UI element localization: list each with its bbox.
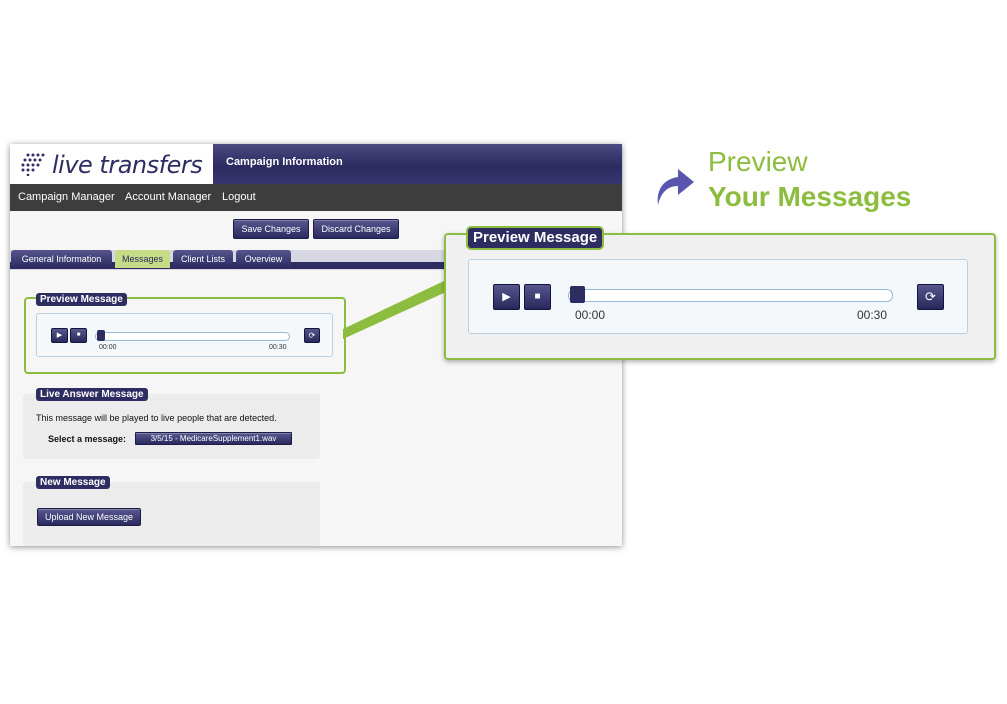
preview-zoom-callout: ▶ ■ 00:00 00:30 ⟳ — [444, 233, 996, 360]
promo-line-1: Preview — [708, 146, 808, 177]
zoom-player: ▶ ■ 00:00 00:30 ⟳ — [468, 259, 968, 334]
zoom-loop-icon[interactable]: ⟳ — [917, 284, 944, 310]
curved-arrow-icon — [657, 169, 694, 205]
zoom-play-icon[interactable]: ▶ — [493, 284, 520, 310]
zoom-progress-knob[interactable] — [570, 286, 585, 303]
zoom-preview-label: Preview Message — [466, 226, 605, 250]
zoom-start-time: 00:00 — [575, 308, 606, 322]
promo-line-2: Your Messages — [708, 181, 912, 212]
zoom-stop-icon[interactable]: ■ — [524, 284, 551, 310]
zoom-progress-track[interactable] — [568, 289, 893, 302]
zoom-end-time: 00:30 — [857, 308, 888, 322]
